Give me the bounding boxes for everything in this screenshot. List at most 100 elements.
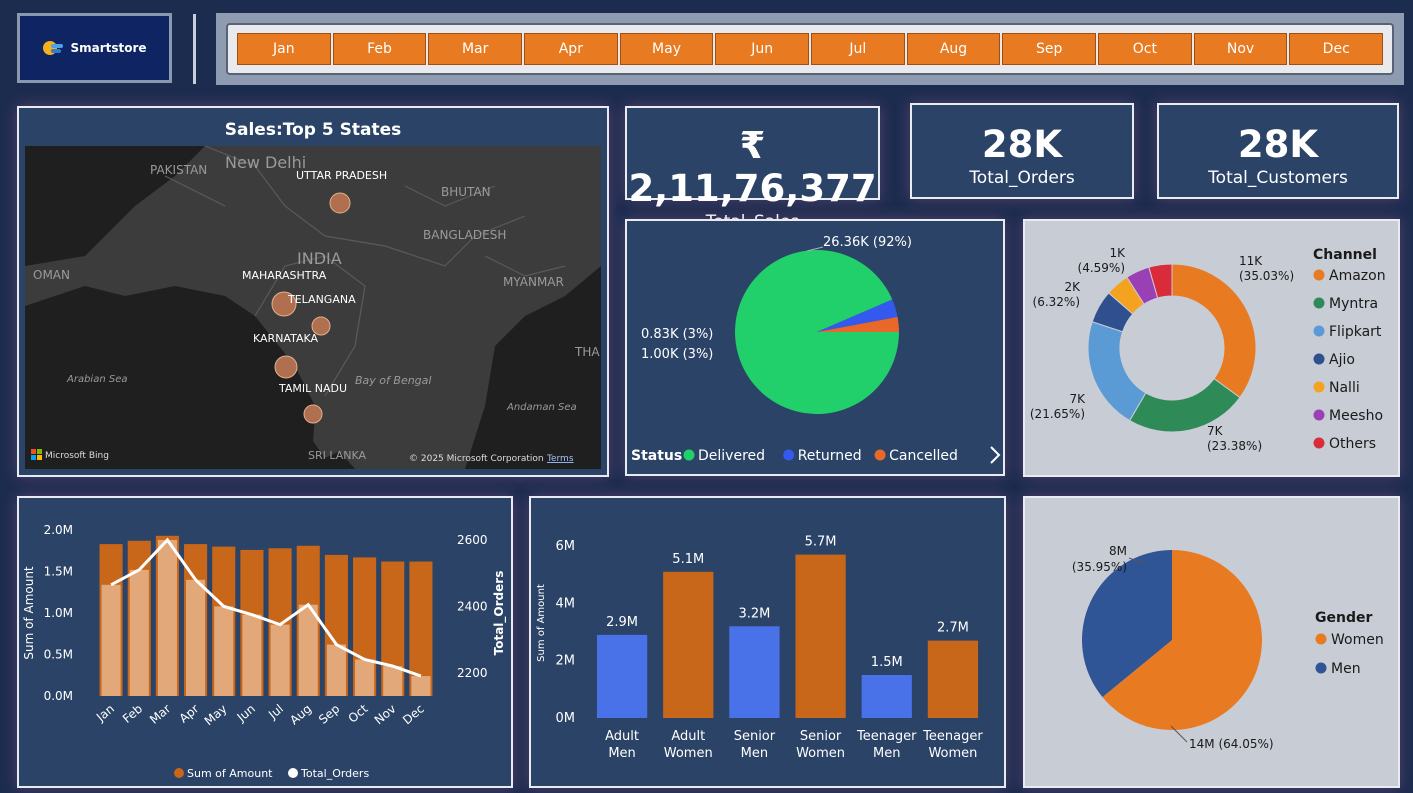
age-gender-ytick-label: 0M	[556, 711, 576, 726]
month-button-oct[interactable]: Oct	[1098, 33, 1192, 65]
month-slicer-buttons: Jan Feb Mar Apr May Jun Jul Aug Sep Oct Nov Dec	[226, 23, 1394, 75]
month-button-jan[interactable]: Jan	[237, 33, 331, 65]
channel-legend-ajio[interactable]: Ajio	[1329, 352, 1355, 368]
age-gender-bar-chart[interactable]: 2.9M Adult Men 5.1M Adult Women 3.2M Senior Men 5…	[531, 498, 1004, 786]
age-gender-bar-teenager-men[interactable]	[861, 675, 912, 718]
month-button-aug[interactable]: Aug	[906, 33, 1001, 65]
monthly-ylabel: Sum of Amount	[22, 566, 36, 660]
channel-legend-marker-ajio	[1313, 353, 1325, 365]
monthly-xtick-label: May	[202, 702, 230, 729]
kpi-total-customers: 28K Total_Customers	[1157, 103, 1399, 199]
monthly-xtick-label: Apr	[177, 702, 202, 726]
channel-legend-nalli[interactable]: Nalli	[1329, 380, 1360, 396]
age-gender-bar-adult-men[interactable]	[596, 634, 648, 718]
monthly-y2label: Total_Orders	[492, 571, 507, 656]
kpi-total-customers-label: Total_Customers	[1208, 168, 1348, 188]
gender-legend-marker-men	[1315, 662, 1327, 674]
gender-pie-chart[interactable]: 8M (35.95%) 14M (64.05%) Gender Women Men	[1025, 498, 1398, 786]
month-button-may[interactable]: May	[619, 33, 714, 65]
smartstore-logo-icon	[43, 41, 64, 55]
channel-legend-others[interactable]: Others	[1329, 436, 1376, 452]
monthly-bar-overlay-jun	[242, 614, 262, 696]
channel-legend-marker-myntra	[1313, 297, 1325, 309]
status-pie-chart[interactable]: 26.36K (92%) 1.00K (3%) 0.83K (3%) Status De…	[627, 221, 1003, 474]
channel-slice-myntra[interactable]	[1128, 377, 1241, 433]
gender-legend-marker-women	[1315, 633, 1327, 645]
map-title: Sales:Top 5 States	[224, 120, 402, 140]
age-gender-data-label: 5.7M	[805, 535, 837, 550]
month-button-feb[interactable]: Feb	[332, 33, 427, 65]
channel-legend-marker-flipkart	[1313, 325, 1325, 337]
status-legend-cancelled[interactable]: Cancelled	[889, 448, 958, 464]
kpi-total-orders-label: Total_Orders	[969, 168, 1075, 188]
monthly-xtick-label: Jul	[265, 702, 286, 723]
channel-data-label-myntra: 7K (23.38%)	[1207, 424, 1262, 453]
kpi-total-orders-value: 28K	[981, 123, 1063, 166]
map-label-new-delhi: New Delhi	[225, 153, 306, 172]
monthly-ytick-label: 1.5M	[44, 565, 73, 579]
map-bubble-uttar-pradesh[interactable]	[329, 192, 351, 214]
map-label-bay-of-bengal: Bay of Bengal	[355, 374, 431, 387]
map-label-arabian-sea: Arabian Sea	[66, 374, 127, 385]
logo-box: Smartstore	[17, 13, 172, 83]
map-terms-link[interactable]: Terms	[546, 454, 574, 464]
monthly-bar-overlay-nov	[383, 666, 403, 696]
gender-legend-title: Gender	[1315, 610, 1372, 626]
gender-legend-men[interactable]: Men	[1331, 661, 1361, 677]
month-button-jul[interactable]: Jul	[811, 33, 905, 65]
channel-data-label-meesho: 1K (4.59%)	[1078, 246, 1127, 275]
monthly-legend-orders[interactable]: Total_Orders	[300, 767, 369, 780]
status-legend-returned[interactable]: Returned	[798, 448, 862, 464]
channel-legend-flipkart[interactable]: Flipkart	[1329, 324, 1382, 340]
monthly-combo-chart[interactable]: 0.0M0.5M1.0M1.5M2.0M220024002600Jan Feb Ma…	[19, 498, 511, 786]
month-button-nov[interactable]: Nov	[1193, 33, 1288, 65]
monthly-combo-panel: 0.0M 0.5M 1.0M 1.5M 2.0M 2200 2400 2600 Jan Feb Ma…	[17, 496, 513, 788]
kpi-total-sales-value: ₹ 2,11,76,377	[628, 124, 877, 210]
monthly-xtick-label: Oct	[346, 701, 371, 725]
status-legend-title: Status	[631, 448, 682, 464]
map-attribution-copyright: © 2025 Microsoft Corporation	[409, 454, 544, 464]
age-gender-xtick-label: Senior Women	[796, 729, 845, 761]
status-slice-delivered[interactable]	[735, 250, 899, 415]
status-data-label-delivered: 26.36K (92%)	[823, 235, 912, 250]
map-label-andaman-sea: Andaman Sea	[506, 402, 577, 413]
status-legend-delivered[interactable]: Delivered	[698, 448, 765, 464]
map-label-oman: OMAN	[33, 268, 70, 282]
channel-legend-marker-amazon	[1313, 269, 1325, 281]
monthly-bar-overlay-aug	[298, 604, 318, 696]
age-gender-data-label: 1.5M	[871, 655, 903, 670]
channel-data-label-flipkart: 7K (21.65%)	[1030, 392, 1086, 421]
month-slicer: Jan Feb Mar Apr May Jun Jul Aug Sep Oct Nov Dec	[216, 13, 1404, 85]
channel-legend-marker-nalli	[1313, 381, 1325, 393]
age-gender-bar-senior-women[interactable]	[795, 554, 846, 718]
month-button-sep[interactable]: Sep	[1002, 33, 1097, 65]
status-data-label-returned: 1.00K (3%)	[641, 347, 713, 362]
channel-slice-amazon[interactable]	[1171, 263, 1257, 399]
age-gender-bar-senior-men[interactable]	[729, 626, 780, 718]
gender-data-label-women: 14M (64.05%)	[1189, 737, 1274, 751]
map-label-pakistan: PAKISTAN	[150, 163, 207, 177]
age-gender-bar-teenager-women[interactable]	[927, 640, 979, 718]
gender-legend-women[interactable]: Women	[1331, 632, 1384, 648]
channel-slice-flipkart[interactable]	[1087, 321, 1147, 422]
age-gender-data-label: 2.7M	[937, 621, 969, 636]
monthly-y2tick-label: 2600	[457, 533, 488, 547]
channel-data-label-ajio: 2K (6.32%)	[1033, 280, 1082, 309]
status-pie-panel: 26.36K (92%) 1.00K (3%) 0.83K (3%) Status De…	[625, 219, 1005, 476]
map-bubble-karnataka[interactable]	[274, 355, 298, 379]
legend-next-chevron-icon[interactable]	[990, 446, 1001, 464]
channel-legend-meesho[interactable]: Meesho	[1329, 408, 1383, 424]
monthly-legend-marker-amount	[174, 768, 184, 778]
month-button-jun[interactable]: Jun	[715, 33, 810, 65]
age-gender-bar-adult-women[interactable]	[663, 571, 714, 718]
channel-legend-amazon[interactable]: Amazon	[1329, 268, 1386, 284]
map-canvas[interactable]: PAKISTAN New Delhi INDIA BHUTAN BANGLADE…	[25, 146, 601, 469]
channel-donut-chart[interactable]: 11K (35.03%) 7K (23.38%) 7K (21.65%) 2K (6.32%)…	[1025, 221, 1398, 475]
month-button-mar[interactable]: Mar	[428, 33, 523, 65]
map-bubble-tamil-nadu[interactable]	[303, 404, 323, 424]
month-button-apr[interactable]: Apr	[524, 33, 618, 65]
month-button-dec[interactable]: Dec	[1289, 33, 1384, 65]
monthly-xtick-label: Mar	[147, 702, 173, 727]
monthly-legend-amount[interactable]: Sum of Amount	[187, 767, 273, 780]
channel-legend-myntra[interactable]: Myntra	[1329, 296, 1378, 312]
